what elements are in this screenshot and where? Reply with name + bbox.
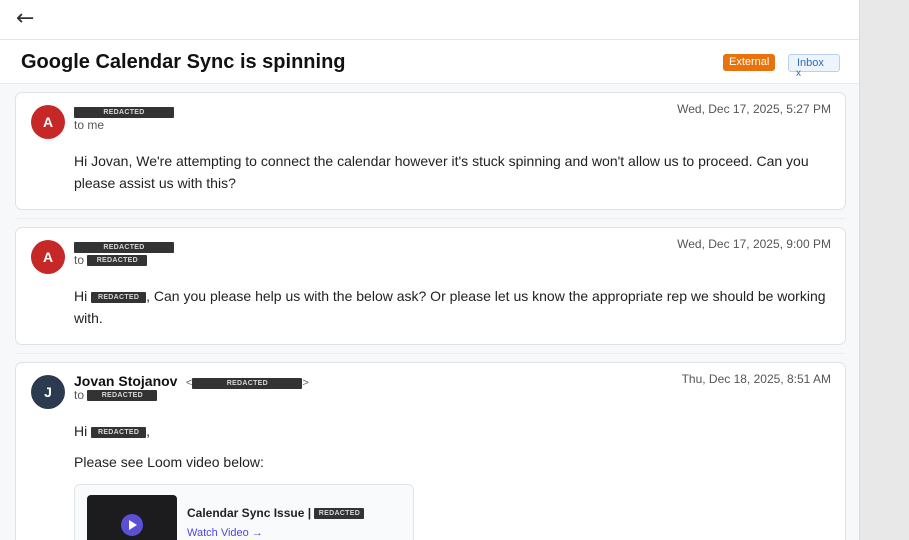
avatar: J — [31, 375, 65, 409]
body-greeting: Hi — [74, 288, 88, 304]
redacted-title: REDACTED — [314, 508, 365, 520]
subject-bar: Google Calendar Sync is spinning Externa… — [0, 40, 859, 84]
video-title: Calendar Sync Issue | REDACTED — [187, 506, 365, 520]
recipient-line: to REDACTED — [74, 388, 158, 402]
message-date: Wed, Dec 17, 2025, 5:27 PM — [677, 102, 831, 116]
message-date: Wed, Dec 17, 2025, 9:00 PM — [677, 237, 831, 251]
sender-email: < REDACTED > — [185, 377, 309, 389]
to-label: to — [74, 388, 85, 402]
redacted-email: REDACTED — [192, 377, 303, 389]
back-arrow-icon[interactable]: ← — [16, 7, 34, 31]
greeting-comma: , — [146, 423, 151, 439]
play-icon[interactable] — [121, 514, 143, 536]
message-card[interactable]: A REDACTED to REDACTED Wed, Dec 17, 2025… — [15, 227, 846, 345]
video-thumbnail[interactable] — [87, 495, 177, 540]
recipient-line: to REDACTED — [74, 253, 148, 267]
message-body: Please see Loom video below: — [74, 454, 264, 470]
recipient-line: to me — [74, 118, 105, 132]
redacted-name: REDACTED — [91, 426, 147, 438]
body-text: , Can you please help us with the below … — [74, 288, 826, 326]
greeting-word: Hi — [74, 423, 88, 439]
sender-name: Jovan Stojanov — [74, 373, 178, 389]
message-body: Hi Jovan, We're attempting to connect th… — [74, 153, 809, 191]
inbox-label-chip[interactable]: Inbox x — [788, 54, 840, 79]
message-date: Thu, Dec 18, 2025, 8:51 AM — [681, 372, 831, 386]
thread-subject: Google Calendar Sync is spinning — [21, 51, 346, 73]
to-label: to — [74, 253, 85, 267]
message-card[interactable]: J Jovan Stojanov < REDACTED > to REDACTED … — [15, 362, 846, 540]
message-divider — [15, 353, 846, 354]
redacted-name: REDACTED — [91, 291, 147, 303]
avatar: A — [31, 240, 65, 274]
message-greeting: Hi REDACTED, — [74, 420, 831, 442]
redacted-recipient: REDACTED — [87, 390, 158, 402]
redacted-sender-name: REDACTED — [74, 107, 174, 119]
redacted-sender-name: REDACTED — [74, 242, 174, 254]
external-badge: External — [723, 54, 776, 71]
watch-video-link[interactable]: Watch Video → — [187, 527, 263, 539]
top-bar: ← — [0, 0, 859, 40]
remove-label-icon[interactable]: x — [796, 69, 801, 79]
message-divider — [15, 218, 846, 219]
loom-video-card[interactable]: Calendar Sync Issue | REDACTED Watch Vid… — [74, 484, 414, 540]
email-thread-panel: ← Google Calendar Sync is spinning Exter… — [0, 0, 860, 540]
avatar: A — [31, 105, 65, 139]
message-body: Hi REDACTED, Can you please help us with… — [74, 285, 831, 329]
video-title-text: Calendar Sync Issue | — [187, 506, 312, 520]
inbox-label: Inbox — [797, 57, 824, 69]
redacted-recipient: REDACTED — [87, 255, 148, 267]
message-card[interactable]: A REDACTED to me Wed, Dec 17, 2025, 5:27… — [15, 92, 846, 210]
